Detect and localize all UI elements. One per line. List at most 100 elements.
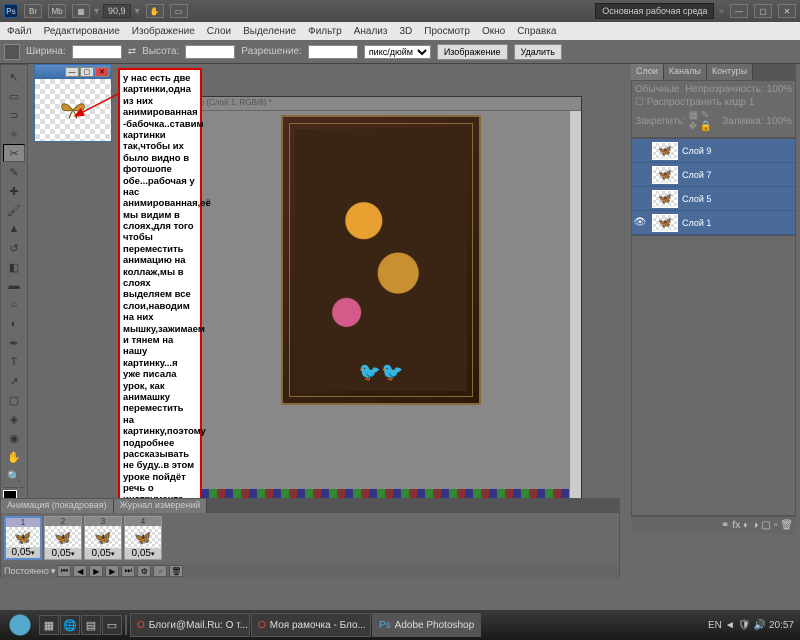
spread-checkbox[interactable]: ☐ Распространить кадр 1 <box>635 97 754 108</box>
gradient-tool[interactable]: ▬ <box>3 277 25 295</box>
move-tool[interactable]: ↖ <box>3 68 25 86</box>
marquee-tool[interactable]: ▭ <box>3 87 25 105</box>
system-tray[interactable]: EN ◄ 🛡 🔊 20:57 <box>704 620 798 631</box>
mask-icon[interactable]: ◐ <box>743 520 749 531</box>
tray-icon[interactable]: ◄ <box>725 620 735 631</box>
lasso-tool[interactable]: ⊃ <box>3 106 25 124</box>
layer-row[interactable]: 🦋 Слой 5 <box>632 187 795 211</box>
unit-select[interactable]: пикс/дюйм <box>364 45 431 59</box>
hand-tool[interactable]: ✋ <box>3 448 25 466</box>
menu-window[interactable]: Окно <box>477 25 510 38</box>
document-canvas[interactable]: 🐦🐦 <box>193 111 569 489</box>
trash-icon[interactable]: 🗑 <box>780 520 793 531</box>
main-document-window[interactable]: % (Слой 1, RGB/8) * 🐦🐦 886,2K/886,2K ▸ <box>192 96 582 516</box>
layer-name[interactable]: Слой 1 <box>682 218 711 228</box>
frame[interactable]: 2🦋0,05▾ <box>44 516 82 560</box>
prev-frame-icon[interactable]: ◀ <box>73 565 87 577</box>
vertical-scrollbar[interactable] <box>569 111 581 503</box>
tween-icon[interactable]: ⚙ <box>137 565 151 577</box>
mb-icon[interactable]: Mb <box>48 4 66 18</box>
fx-icon[interactable]: fx <box>732 520 740 531</box>
crop-tool[interactable]: ✂ <box>3 144 25 162</box>
window-titlebar[interactable]: — ▢ ✕ <box>35 65 111 79</box>
3d-tool[interactable]: ◈ <box>3 410 25 428</box>
bridge-icon[interactable]: Br <box>24 4 42 18</box>
hand-icon[interactable]: ✋ <box>146 4 164 18</box>
next-frame-icon[interactable]: ▶ <box>105 565 119 577</box>
opacity-value[interactable]: 100% <box>767 84 793 95</box>
layer-thumb[interactable]: 🦋 <box>652 190 678 208</box>
menu-select[interactable]: Выделение <box>238 25 301 38</box>
new-frame-icon[interactable]: ▫ <box>153 565 167 577</box>
dodge-tool[interactable]: ◐ <box>3 315 25 333</box>
layer-thumb[interactable]: 🦋 <box>652 166 678 184</box>
task-opera[interactable]: OБлоги@Mail.Ru: О т... <box>130 613 250 637</box>
menu-filter[interactable]: Фильтр <box>303 25 347 38</box>
tray-icon[interactable]: 🛡 <box>738 620 751 631</box>
adjust-icon[interactable]: ◑ <box>752 520 758 531</box>
loop-select[interactable]: Постоянно <box>4 566 49 576</box>
first-frame-icon[interactable]: ⏮ <box>57 565 71 577</box>
height-input[interactable] <box>185 45 235 59</box>
minimize-icon[interactable]: — <box>730 4 748 18</box>
tab-measure[interactable]: Журнал измерений <box>114 499 208 513</box>
visibility-icon[interactable]: 👁 <box>632 217 648 228</box>
layer-name[interactable]: Слой 5 <box>682 194 711 204</box>
task-opera2[interactable]: OМоя рамочка - Бло... <box>251 613 371 637</box>
wand-tool[interactable]: ✧ <box>3 125 25 143</box>
layer-row[interactable]: 🦋 Слой 9 <box>632 139 795 163</box>
clock[interactable]: 20:57 <box>769 620 794 631</box>
tab-animation[interactable]: Анимация (покадровая) <box>1 499 114 513</box>
min-icon[interactable]: — <box>65 67 79 77</box>
last-frame-icon[interactable]: ⏭ <box>121 565 135 577</box>
tab-channels[interactable]: Каналы <box>664 64 707 80</box>
zoom-tool[interactable]: 🔍 <box>3 467 25 485</box>
blend-mode[interactable]: Обычные <box>635 84 679 95</box>
resolution-input[interactable] <box>308 45 358 59</box>
ql-browser-icon[interactable]: 🌐 <box>60 615 80 635</box>
menu-image[interactable]: Изображение <box>127 25 200 38</box>
eyedropper-tool[interactable]: ✎ <box>3 163 25 181</box>
frame[interactable]: 3🦋0,05▾ <box>84 516 122 560</box>
ruler-icon[interactable]: ▭ <box>170 4 188 18</box>
history-brush-tool[interactable]: ↺ <box>3 239 25 257</box>
blur-tool[interactable]: ○ <box>3 296 25 314</box>
tray-icon[interactable]: 🔊 <box>754 620 766 631</box>
maximize-icon[interactable]: ▢ <box>754 4 772 18</box>
ql-explorer-icon[interactable]: ▦ <box>39 615 59 635</box>
menu-file[interactable]: Файл <box>2 25 37 38</box>
tab-paths[interactable]: Контуры <box>707 64 753 80</box>
task-photoshop[interactable]: PsAdobe Photoshop <box>372 613 481 637</box>
close-icon[interactable]: ✕ <box>778 4 796 18</box>
link-icon[interactable]: ⚭ <box>721 520 729 531</box>
image-button[interactable]: Изображение <box>437 44 508 60</box>
ql-desktop-icon[interactable]: ▭ <box>102 615 122 635</box>
eraser-tool[interactable]: ◧ <box>3 258 25 276</box>
layer-thumb[interactable]: 🦋 <box>652 214 678 232</box>
stamp-tool[interactable]: ▲ <box>3 220 25 238</box>
new-layer-icon[interactable]: ▫ <box>774 520 778 531</box>
menu-analysis[interactable]: Анализ <box>349 25 393 38</box>
menu-edit[interactable]: Редактирование <box>39 25 125 38</box>
layer-thumb[interactable]: 🦋 <box>652 142 678 160</box>
heal-tool[interactable]: ✚ <box>3 182 25 200</box>
play-icon[interactable]: ▶ <box>89 565 103 577</box>
brush-tool[interactable]: 🖌 <box>3 201 25 219</box>
menu-3d[interactable]: 3D <box>394 25 417 38</box>
tab-layers[interactable]: Слои <box>631 64 664 80</box>
menu-view[interactable]: Просмотр <box>419 25 475 38</box>
lang-indicator[interactable]: EN <box>708 620 722 631</box>
width-input[interactable] <box>72 45 122 59</box>
butterfly-canvas[interactable] <box>35 79 111 141</box>
delete-frame-icon[interactable]: 🗑 <box>169 565 183 577</box>
start-button[interactable] <box>2 612 38 638</box>
zoom-level[interactable]: 90,9 <box>103 4 131 18</box>
shape-tool[interactable]: ▢ <box>3 391 25 409</box>
pen-tool[interactable]: ✒ <box>3 334 25 352</box>
path-tool[interactable]: ↗ <box>3 372 25 390</box>
frame[interactable]: 1🦋0,05▾ <box>4 516 42 560</box>
menu-layer[interactable]: Слои <box>202 25 236 38</box>
close-icon[interactable]: ✕ <box>95 67 109 77</box>
view-icon[interactable]: ▦ <box>72 4 90 18</box>
layer-name[interactable]: Слой 9 <box>682 146 711 156</box>
